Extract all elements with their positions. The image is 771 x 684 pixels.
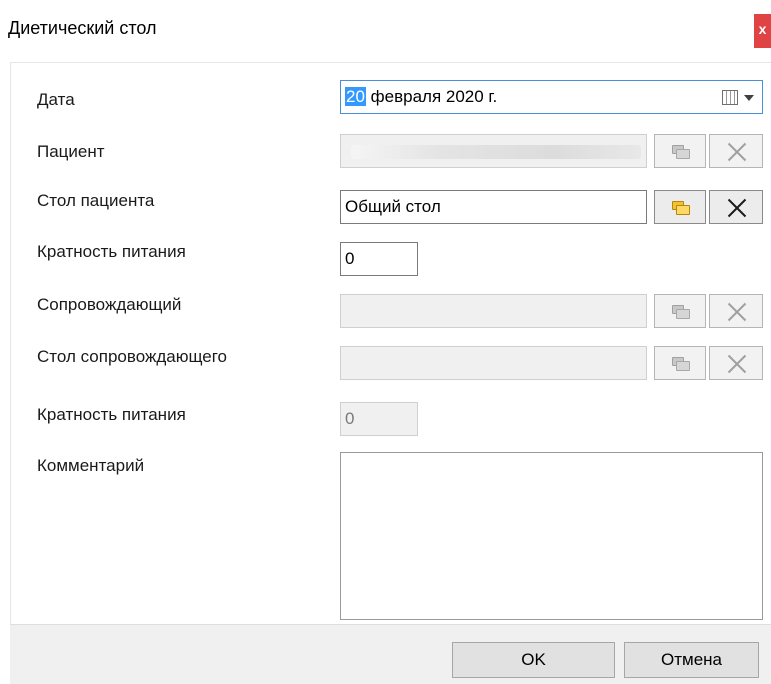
meal-frequency-label: Кратность питания [37, 242, 186, 261]
folder-icon [672, 305, 690, 319]
comment-label: Комментарий [37, 456, 145, 475]
companion-meal-frequency-label: Кратность питания [37, 405, 186, 424]
companion-field [340, 294, 647, 328]
folder-icon [672, 145, 690, 159]
patient-name-blurred [351, 145, 641, 159]
companion-table-field [340, 346, 647, 380]
dialog-title: Диетический стол [8, 18, 157, 38]
folder-icon [672, 357, 690, 371]
close-icon [727, 354, 747, 374]
patient-table-clear-button[interactable] [709, 190, 763, 224]
close-icon [727, 302, 747, 322]
companion-table-select-button[interactable] [654, 346, 706, 380]
companion-table-clear-button[interactable] [709, 346, 763, 380]
patient-field [340, 134, 647, 168]
patient-select-button[interactable] [654, 134, 706, 168]
close-icon [727, 142, 747, 162]
companion-table-label: Стол сопровождающего [37, 347, 227, 366]
patient-table-select-button[interactable] [654, 190, 706, 224]
date-day-selected[interactable]: 20 [345, 87, 366, 106]
companion-label: Сопровождающий [37, 295, 182, 314]
folder-icon [672, 201, 690, 215]
comment-textarea[interactable] [340, 452, 763, 620]
date-month-year: февраля 2020 г. [365, 87, 498, 106]
companion-select-button[interactable] [654, 294, 706, 328]
patient-label: Пациент [37, 142, 105, 161]
patient-table-field[interactable]: Общий стол [340, 190, 647, 224]
companion-meal-frequency-input: 0 [340, 402, 418, 436]
calendar-icon[interactable] [722, 90, 738, 105]
cancel-button[interactable]: Отмена [624, 642, 759, 678]
patient-table-label: Стол пациента [37, 191, 155, 210]
chevron-down-icon[interactable] [744, 95, 754, 101]
close-icon [727, 198, 747, 218]
date-label: Дата [37, 90, 75, 109]
patient-clear-button[interactable] [709, 134, 763, 168]
ok-button[interactable]: OK [452, 642, 615, 678]
meal-frequency-input[interactable]: 0 [340, 242, 418, 276]
companion-clear-button[interactable] [709, 294, 763, 328]
date-field[interactable]: 20 февраля 2020 г. [340, 80, 763, 114]
window-close-button[interactable]: x [754, 14, 771, 48]
